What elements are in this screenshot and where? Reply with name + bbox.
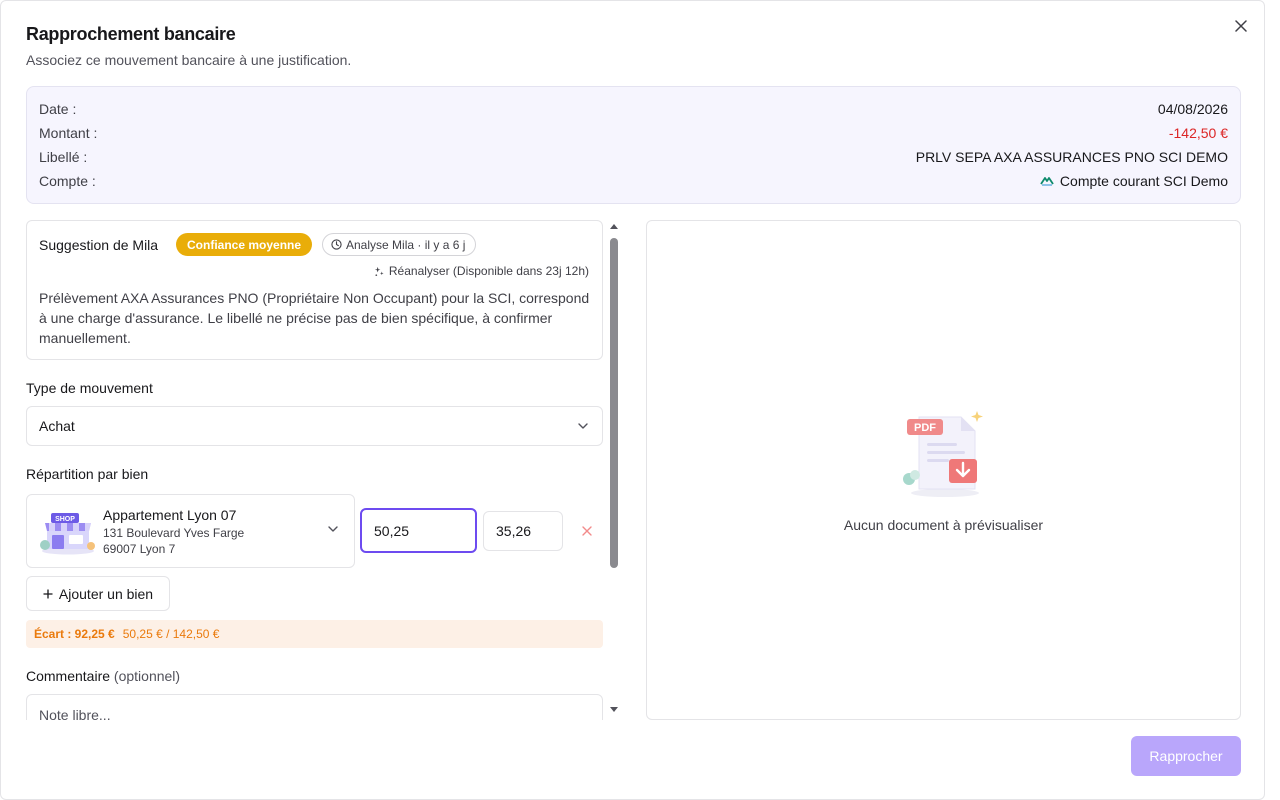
allocation-second-input[interactable] <box>483 511 563 551</box>
property-address-line1: 131 Boulevard Yves Farge <box>103 526 245 540</box>
date-row: Date : 04/08/2026 <box>39 97 1228 121</box>
transaction-summary: Date : 04/08/2026 Montant : -142,50 € Li… <box>26 86 1241 204</box>
comment-label: Commentaire (optionnel) <box>26 668 180 684</box>
reconcile-button[interactable]: Rapprocher <box>1131 736 1241 776</box>
comment-optional-text: (optionnel) <box>113 668 181 684</box>
allocation-amount-input[interactable] <box>360 508 477 553</box>
shop-sign-text: SHOP <box>55 516 75 523</box>
sparkles-icon <box>374 266 384 276</box>
scroll-up-arrow[interactable] <box>610 224 618 229</box>
property-select[interactable]: SHOP Appartement Lyon 07 131 Boulevard Y… <box>26 494 355 568</box>
amount-label: Montant : <box>39 125 98 141</box>
comment-label-text: Commentaire <box>26 668 111 684</box>
account-row: Compte : Compte courant SCI Demo <box>39 169 1228 193</box>
property-name: Appartement Lyon 07 <box>103 507 237 523</box>
chevron-down-icon <box>328 526 338 532</box>
close-button[interactable] <box>1231 16 1251 36</box>
shop-building-icon: SHOP <box>40 513 95 555</box>
dialog-title: Rapprochement bancaire <box>26 24 236 44</box>
chevron-down-icon <box>578 423 588 429</box>
clock-icon <box>331 239 342 250</box>
close-icon <box>1235 20 1247 32</box>
scroll-thumb[interactable] <box>610 238 618 568</box>
reanalyze-button[interactable]: Réanalyser (Disponible dans 23j 12h) <box>374 264 589 278</box>
movement-type-label: Type de mouvement <box>26 380 153 396</box>
scroll-down-arrow[interactable] <box>610 707 618 712</box>
wording-row: Libellé : PRLV SEPA AXA ASSURANCES PNO S… <box>39 145 1228 169</box>
amount-row: Montant : -142,50 € <box>39 121 1228 145</box>
date-value: 04/08/2026 <box>1157 101 1228 117</box>
bank-logo-icon <box>1040 177 1054 186</box>
add-property-label: Ajouter un bien <box>58 585 154 602</box>
analysis-badge-text: Analyse Mila · il y a 6 j <box>346 237 466 252</box>
gap-detail: 50,25 € / 142,50 € <box>122 627 220 641</box>
pdf-document-icon: PDF <box>903 411 983 497</box>
movement-type-value: Achat <box>39 418 75 434</box>
document-preview-panel: PDF Aucun document à prévisualiser <box>646 220 1241 720</box>
reconciliation-dialog: Rapprochement bancaire Associez ce mouve… <box>0 0 1265 800</box>
form-scrollbar[interactable] <box>608 220 622 720</box>
allocation-gap-bar: Écart : 92,25 € 50,25 € / 142,50 € <box>26 620 603 648</box>
wording-value: PRLV SEPA AXA ASSURANCES PNO SCI DEMO <box>915 149 1228 165</box>
preview-empty-text: Aucun document à prévisualiser <box>843 517 1044 533</box>
property-address-line2: 69007 Lyon 7 <box>103 542 176 556</box>
suggestion-title: Suggestion de Mila <box>39 237 159 253</box>
confidence-badge: Confiance moyenne <box>176 233 313 256</box>
add-property-button[interactable]: Ajouter un bien <box>26 576 170 611</box>
plus-icon <box>43 588 53 599</box>
analysis-badge: Analyse Mila · il y a 6 j <box>322 233 477 256</box>
account-value: Compte courant SCI Demo <box>1059 173 1228 189</box>
wording-label: Libellé : <box>39 149 88 165</box>
reanalyze-label: Réanalyser (Disponible dans 23j 12h) <box>388 264 589 278</box>
dialog-subtitle: Associez ce mouvement bancaire à une jus… <box>26 52 352 68</box>
close-icon <box>582 526 592 536</box>
remove-property-button[interactable] <box>578 522 596 540</box>
allocation-label: Répartition par bien <box>26 466 149 482</box>
account-label: Compte : <box>39 173 96 189</box>
date-label: Date : <box>39 101 77 117</box>
account-value-wrap: Compte courant SCI Demo <box>1040 173 1228 189</box>
form-scroll-area[interactable]: Suggestion de Mila Confiance moyenne Ana… <box>26 220 603 720</box>
gap-label: Écart : 92,25 € <box>34 627 115 641</box>
comment-input[interactable] <box>26 694 603 720</box>
movement-type-select[interactable]: Achat <box>26 406 603 446</box>
pdf-label-text: PDF <box>914 422 936 434</box>
ai-suggestion-card: Suggestion de Mila Confiance moyenne Ana… <box>26 220 603 360</box>
suggestion-text: Prélèvement AXA Assurances PNO (Propriét… <box>39 290 590 346</box>
amount-value: -142,50 € <box>1168 125 1228 141</box>
